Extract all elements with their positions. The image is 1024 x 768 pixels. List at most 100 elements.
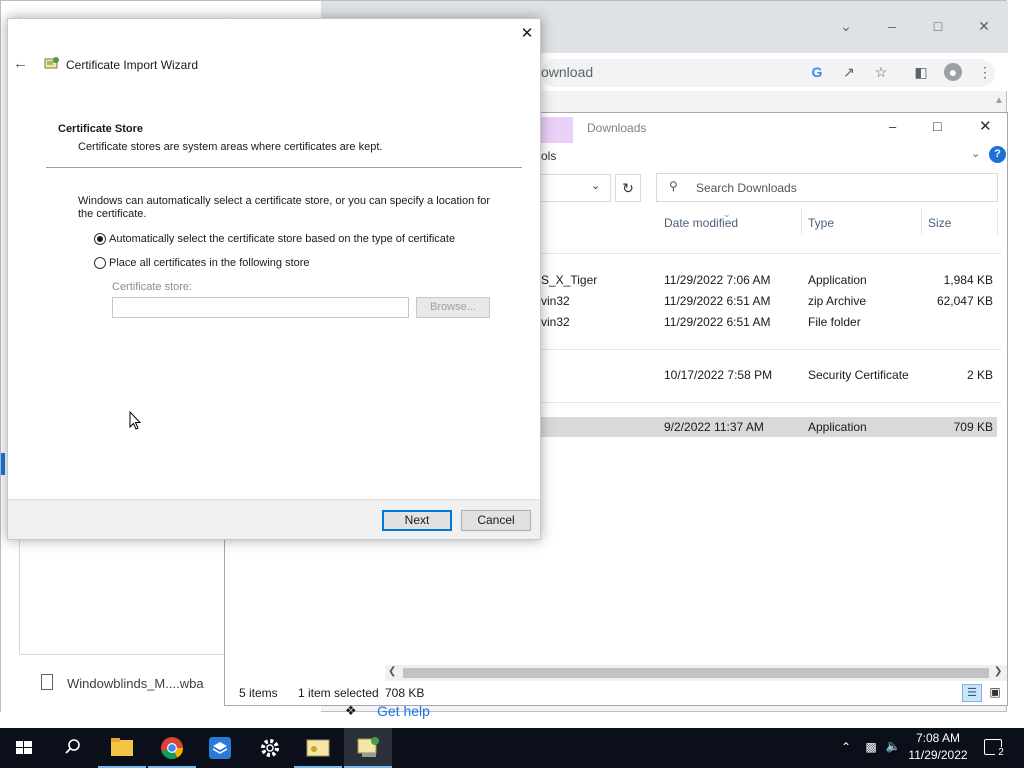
status-selected-count: 1 item selected [298, 686, 379, 700]
certificate-store-input[interactable] [112, 297, 409, 318]
column-type[interactable]: Type [808, 216, 834, 230]
file-name: S_X_Tiger [541, 273, 598, 287]
selection-marker [1, 453, 5, 475]
column-size[interactable]: Size [928, 216, 951, 230]
close-icon[interactable]: ✕ [517, 24, 537, 44]
network-icon[interactable]: ▩ [862, 740, 880, 756]
file-row[interactable]: S_X_Tiger 11/29/2022 7:06 AM Application… [541, 270, 997, 290]
file-size: 709 KB [953, 420, 993, 434]
cursor-arrow-icon [129, 410, 142, 430]
radio-auto-select-label[interactable]: Automatically select the certificate sto… [109, 233, 455, 245]
intro-text-line2: the certificate. [78, 208, 147, 220]
share-icon[interactable]: ↗ [840, 63, 858, 81]
taskbar-certificate-wizard[interactable] [344, 728, 392, 768]
certificate-import-wizard: ✕ ← Certificate Import Wizard Certificat… [7, 18, 541, 540]
mouse-cursor [129, 410, 143, 431]
back-arrow-icon[interactable]: ← [13, 55, 33, 73]
windows-logo-icon [16, 741, 32, 754]
show-hidden-icons-chevron-icon[interactable]: ⌃ [838, 740, 854, 756]
notification-count-badge: 2 [995, 747, 1007, 759]
file-type: zip Archive [808, 294, 867, 308]
app-box-icon [209, 737, 231, 759]
horizontal-scroll-thumb[interactable] [403, 668, 989, 678]
large-icons-view-icon[interactable]: ▣ [986, 684, 1004, 702]
download-item-name[interactable]: Windowblinds_M....wba [67, 676, 204, 691]
file-date: 11/29/2022 7:06 AM [664, 273, 771, 287]
search-button[interactable] [48, 728, 96, 768]
search-placeholder: Search Downloads [696, 181, 797, 195]
tab-search-icon[interactable]: ⌄ [833, 15, 859, 37]
taskbar: ⌃ ▩ 🔈 7:08 AM 11/29/2022 2 [0, 728, 1024, 768]
close-button[interactable]: ✕ [979, 117, 999, 135]
cancel-button[interactable]: Cancel [461, 510, 531, 531]
column-divider [801, 209, 802, 235]
search-icon: ⚲ [669, 179, 678, 193]
minimize-button[interactable]: – [879, 15, 905, 37]
clock-time[interactable]: 7:08 AM [908, 731, 968, 745]
file-row[interactable]: vin32 11/29/2022 6:51 AM zip Archive 62,… [541, 291, 997, 311]
scroll-right-icon[interactable]: ❯ [994, 666, 1006, 680]
file-name: vin32 [541, 294, 570, 308]
file-type: Security Certificate [808, 368, 909, 382]
file-type: Application [808, 420, 867, 434]
radio-auto-select[interactable] [94, 233, 106, 245]
scroll-left-icon[interactable]: ❮ [388, 666, 400, 680]
start-button[interactable] [0, 728, 48, 768]
next-button[interactable]: Next [382, 510, 452, 531]
certificate-icon [44, 56, 60, 71]
volume-icon[interactable]: 🔈 [884, 739, 902, 755]
column-date-modified[interactable]: Date modified [664, 216, 738, 230]
certificate-icon [306, 739, 330, 757]
group-divider [541, 402, 1001, 403]
browse-button[interactable]: Browse... [416, 297, 490, 318]
file-icon [41, 674, 53, 690]
menu-icon[interactable]: ⋮ [976, 63, 994, 81]
refresh-icon[interactable]: ↻ [615, 174, 641, 202]
header-separator [46, 167, 522, 168]
maximize-button[interactable]: □ [933, 118, 953, 134]
bookmark-star-icon[interactable]: ☆ [872, 63, 890, 81]
help-icon[interactable]: ? [989, 146, 1006, 163]
minimize-button[interactable]: – [889, 119, 909, 135]
ribbon-tab[interactable]: ols [541, 149, 556, 163]
folder-icon [111, 738, 133, 756]
file-date: 11/29/2022 6:51 AM [664, 315, 771, 329]
google-lens-icon[interactable]: G [808, 63, 826, 81]
file-size: 62,047 KB [936, 294, 993, 308]
certificate-store-label: Certificate store: [112, 281, 193, 293]
section-description: Certificate stores are system areas wher… [78, 141, 383, 153]
taskbar-file-explorer[interactable] [98, 728, 146, 768]
ribbon-expand-icon[interactable]: ⌄ [971, 147, 985, 161]
gear-icon [261, 739, 279, 757]
scroll-up-icon[interactable]: ▲ [994, 95, 1006, 109]
file-size: 1,984 KB [943, 273, 993, 287]
file-type: File folder [808, 315, 861, 329]
intro-text-line1: Windows can automatically select a certi… [78, 195, 491, 207]
certificate-wizard-icon [357, 737, 379, 757]
file-date: 9/2/2022 11:37 AM [664, 420, 764, 434]
clock-date[interactable]: 11/29/2022 [903, 748, 973, 762]
taskbar-chrome[interactable] [148, 728, 196, 768]
file-date: 10/17/2022 7:58 PM [664, 368, 773, 382]
search-icon [65, 739, 80, 754]
side-panel-icon[interactable]: ◧ [912, 63, 930, 81]
maximize-button[interactable]: □ [925, 15, 951, 37]
taskbar-app-box[interactable] [196, 728, 244, 768]
profile-avatar-icon[interactable]: ● [944, 63, 962, 81]
file-type: Application [808, 273, 867, 287]
taskbar-certificate-manager[interactable] [294, 728, 342, 768]
close-button[interactable]: ✕ [971, 15, 997, 37]
radio-manual-store-label[interactable]: Place all certificates in the following … [109, 257, 310, 269]
address-dropdown-icon[interactable]: ⌄ [591, 179, 605, 193]
folder-tab-icon [541, 117, 573, 143]
section-title: Certificate Store [58, 123, 143, 135]
file-row[interactable]: vin32 11/29/2022 6:51 AM File folder [541, 312, 997, 332]
address-bar-text: ownload [541, 64, 594, 80]
details-view-icon[interactable]: ☰ [962, 684, 982, 702]
radio-manual-store[interactable] [94, 257, 106, 269]
file-row-selected[interactable]: 9/2/2022 11:37 AM Application 709 KB [541, 417, 997, 437]
file-name: vin32 [541, 315, 570, 329]
chrome-icon [161, 737, 183, 760]
taskbar-settings[interactable] [246, 728, 294, 768]
file-row[interactable]: 10/17/2022 7:58 PM Security Certificate … [541, 365, 997, 385]
